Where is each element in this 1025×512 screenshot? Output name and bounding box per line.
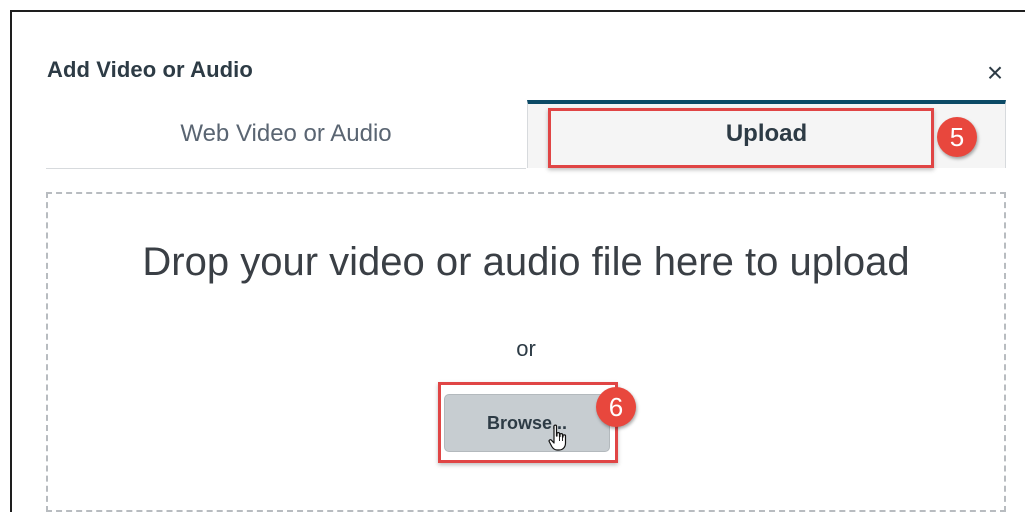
or-separator: or bbox=[516, 336, 536, 361]
step-badge-5: 5 bbox=[937, 117, 977, 157]
step-badge-6: 6 bbox=[596, 387, 636, 427]
tab-bar: Web Video or Audio Upload bbox=[46, 100, 1006, 169]
browse-button[interactable]: Browse... bbox=[444, 394, 610, 452]
close-icon[interactable]: × bbox=[982, 58, 1008, 88]
tab-web-video-or-audio[interactable]: Web Video or Audio bbox=[46, 100, 526, 169]
tab-upload[interactable]: Upload bbox=[527, 100, 1006, 168]
dialog-title: Add Video or Audio bbox=[47, 57, 253, 82]
drop-zone[interactable]: Drop your video or audio file here to up… bbox=[46, 192, 1006, 512]
tab-web-label: Web Video or Audio bbox=[180, 120, 392, 147]
hand-pointer-icon bbox=[548, 424, 567, 451]
drop-instruction: Drop your video or audio file here to up… bbox=[142, 240, 910, 284]
tab-upload-label: Upload bbox=[725, 120, 808, 147]
